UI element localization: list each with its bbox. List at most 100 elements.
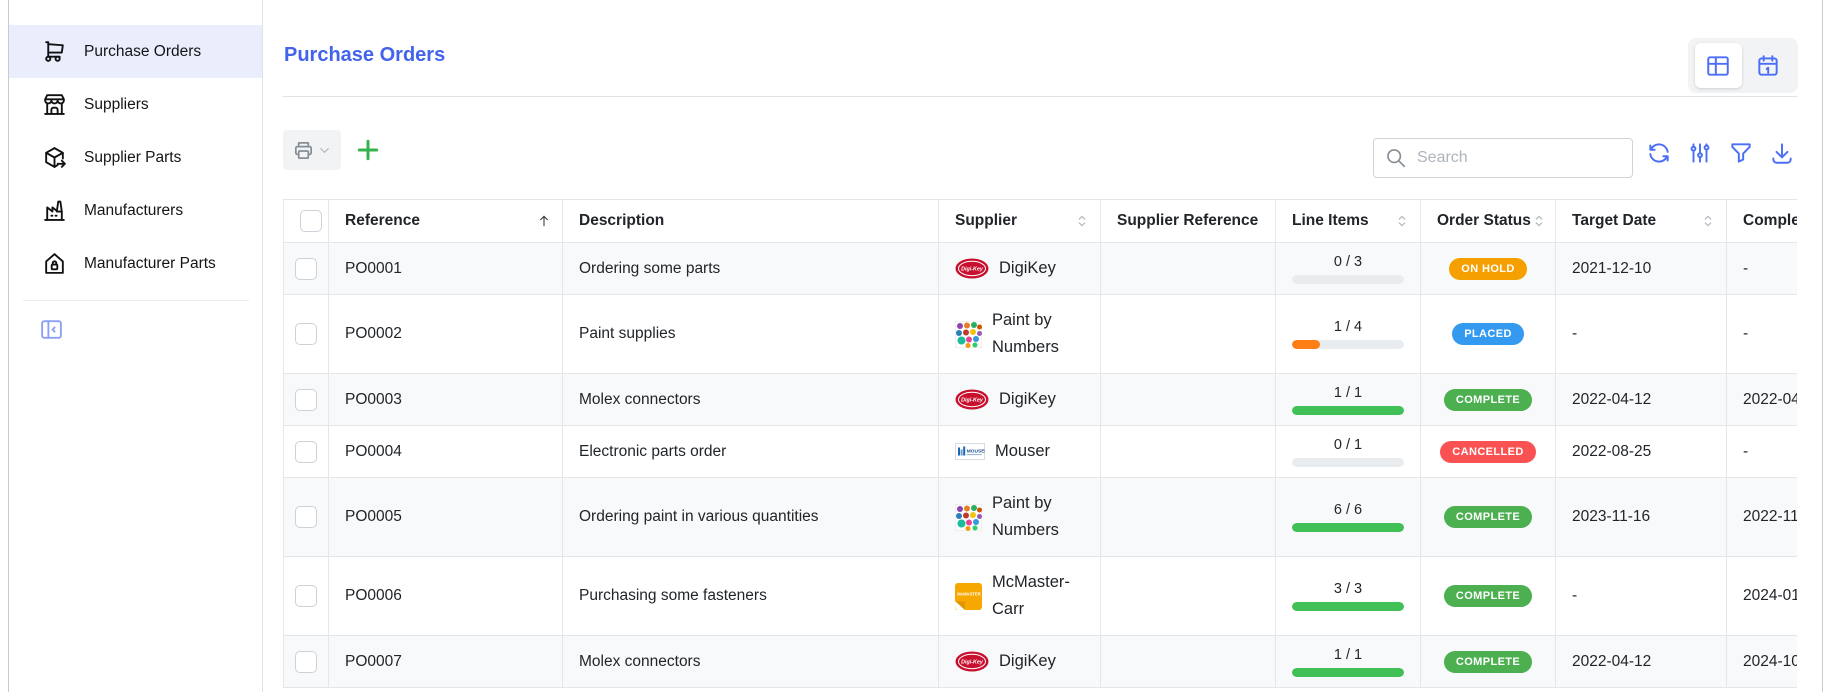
line-items-progress-bar [1292,275,1404,284]
sidebar-item-manufacturers[interactable]: Manufacturers [9,184,262,237]
factory-icon [42,198,67,223]
table-view-button[interactable] [1695,43,1742,88]
reference-cell: PO0003 [329,374,563,426]
calendar-view-button[interactable] [1745,43,1792,88]
line-items-count: 0 / 3 [1290,254,1406,270]
line-items-cell: 1 / 1 [1276,636,1421,688]
status-badge: CANCELLED [1440,441,1535,463]
description-cell: Electronic parts order [563,426,939,478]
supplier-logo-mcmaster: McMASTER [955,583,982,610]
chevron-down-icon [317,143,332,158]
sort-selector-icon [1531,213,1547,229]
supplier-cell: Digi-KeyDigiKey [939,636,1101,688]
line-items-count: 6 / 6 [1290,502,1406,518]
sidebar-item-manufacturer-parts[interactable]: Manufacturer Parts [9,237,262,290]
column-header-line_items[interactable]: Line Items [1276,200,1421,243]
supplier-logo-paint [955,321,982,348]
sidebar-collapse-icon [39,317,64,342]
table-row[interactable]: PO0007Molex connectorsDigi-KeyDigiKey1 /… [284,636,1798,688]
table-row[interactable]: PO0003Molex connectorsDigi-KeyDigiKey1 /… [284,374,1798,426]
completion-date-cell: 2022-04 [1727,374,1798,426]
line-items-progress-bar [1292,668,1404,677]
order-status-cell: ON HOLD [1421,243,1556,295]
svg-text:Digi-Key: Digi-Key [961,398,984,404]
row-checkbox[interactable] [295,389,317,411]
supplier-name: Paint by Numbers [992,307,1090,361]
supplier-cell: Paint by Numbers [939,295,1101,374]
column-label: Description [579,212,664,230]
column-label: Completion Date [1743,212,1797,230]
row-checkbox[interactable] [295,323,317,345]
column-label: Supplier [955,212,1017,230]
supplier-name: DigiKey [999,255,1056,282]
supplier-cell: Paint by Numbers [939,478,1101,557]
row-checkbox[interactable] [295,506,317,528]
table-row[interactable]: PO0005Ordering paint in various quantiti… [284,478,1798,557]
column-header-reference[interactable]: Reference [329,200,563,243]
svg-text:Digi-Key: Digi-Key [961,660,984,666]
table-action-icons [1646,140,1795,166]
sidebar-divider [23,300,249,301]
completion-date-cell: 2024-10 [1727,636,1798,688]
row-checkbox[interactable] [295,441,317,463]
calendar-icon [1755,53,1781,79]
view-mode-toggle [1688,38,1798,93]
supplier-logo-digikey: Digi-Key [955,258,989,279]
reference-cell: PO0007 [329,636,563,688]
refresh-button[interactable] [1646,140,1672,166]
supplier-name: Mouser [995,438,1050,465]
column-header-supplier_reference: Supplier Reference [1101,200,1276,243]
row-checkbox[interactable] [295,585,317,607]
svg-text:McMASTER: McMASTER [957,591,981,596]
column-label: Reference [345,212,420,230]
line-items-progress-bar [1292,458,1404,467]
sidebar-item-label: Purchase Orders [84,43,201,61]
status-badge: PLACED [1452,323,1524,345]
supplier-reference-cell [1101,636,1276,688]
target-date-cell: 2022-04-12 [1556,636,1727,688]
column-label: Target Date [1572,212,1656,230]
sidebar-item-suppliers[interactable]: Suppliers [9,78,262,131]
line-items-cell: 1 / 4 [1276,295,1421,374]
adjust-columns-button[interactable] [1687,140,1713,166]
sidebar-item-purchase-orders[interactable]: Purchase Orders [9,25,262,78]
order-status-cell: COMPLETE [1421,557,1556,636]
select-all-checkbox[interactable] [300,210,322,232]
supplier-reference-cell [1101,243,1276,295]
column-header-order_status[interactable]: Order Status [1421,200,1556,243]
filter-button[interactable] [1728,140,1754,166]
description-cell: Purchasing some fasteners [563,557,939,636]
row-checkbox[interactable] [295,651,317,673]
download-icon [1769,140,1795,166]
refresh-icon [1646,140,1672,166]
line-items-count: 3 / 3 [1290,581,1406,597]
table-row[interactable]: PO0002Paint suppliesPaint by Numbers1 / … [284,295,1798,374]
supplier-reference-cell [1101,426,1276,478]
supplier-reference-cell [1101,557,1276,636]
sidebar-item-supplier-parts[interactable]: Supplier Parts [9,131,262,184]
order-status-cell: PLACED [1421,295,1556,374]
column-header-target_date[interactable]: Target Date [1556,200,1727,243]
supplier-name: Paint by Numbers [992,490,1090,544]
order-status-cell: COMPLETE [1421,374,1556,426]
column-header-supplier[interactable]: Supplier [939,200,1101,243]
download-button[interactable] [1769,140,1795,166]
reference-cell: PO0005 [329,478,563,557]
table-row[interactable]: PO0001Ordering some partsDigi-KeyDigiKey… [284,243,1798,295]
supplier-name: DigiKey [999,386,1056,413]
status-badge: COMPLETE [1444,585,1532,607]
sidebar-item-label: Manufacturer Parts [84,255,216,273]
line-items-cell: 1 / 1 [1276,374,1421,426]
table-row[interactable]: PO0006Purchasing some fastenersMcMASTERM… [284,557,1798,636]
table-row[interactable]: PO0004Electronic parts orderMOUSERMouser… [284,426,1798,478]
search-input[interactable] [1415,148,1632,168]
add-purchase-order-button[interactable] [353,135,383,165]
supplier-logo-paint [955,504,982,531]
row-checkbox[interactable] [295,258,317,280]
header-divider [283,96,1797,97]
status-badge: COMPLETE [1444,651,1532,673]
print-actions-button[interactable] [283,130,341,170]
reference-cell: PO0004 [329,426,563,478]
collapse-sidebar-button[interactable] [39,317,64,342]
purchase-orders-table: Reference Description Supplier Supplier Ref… [283,199,1797,688]
